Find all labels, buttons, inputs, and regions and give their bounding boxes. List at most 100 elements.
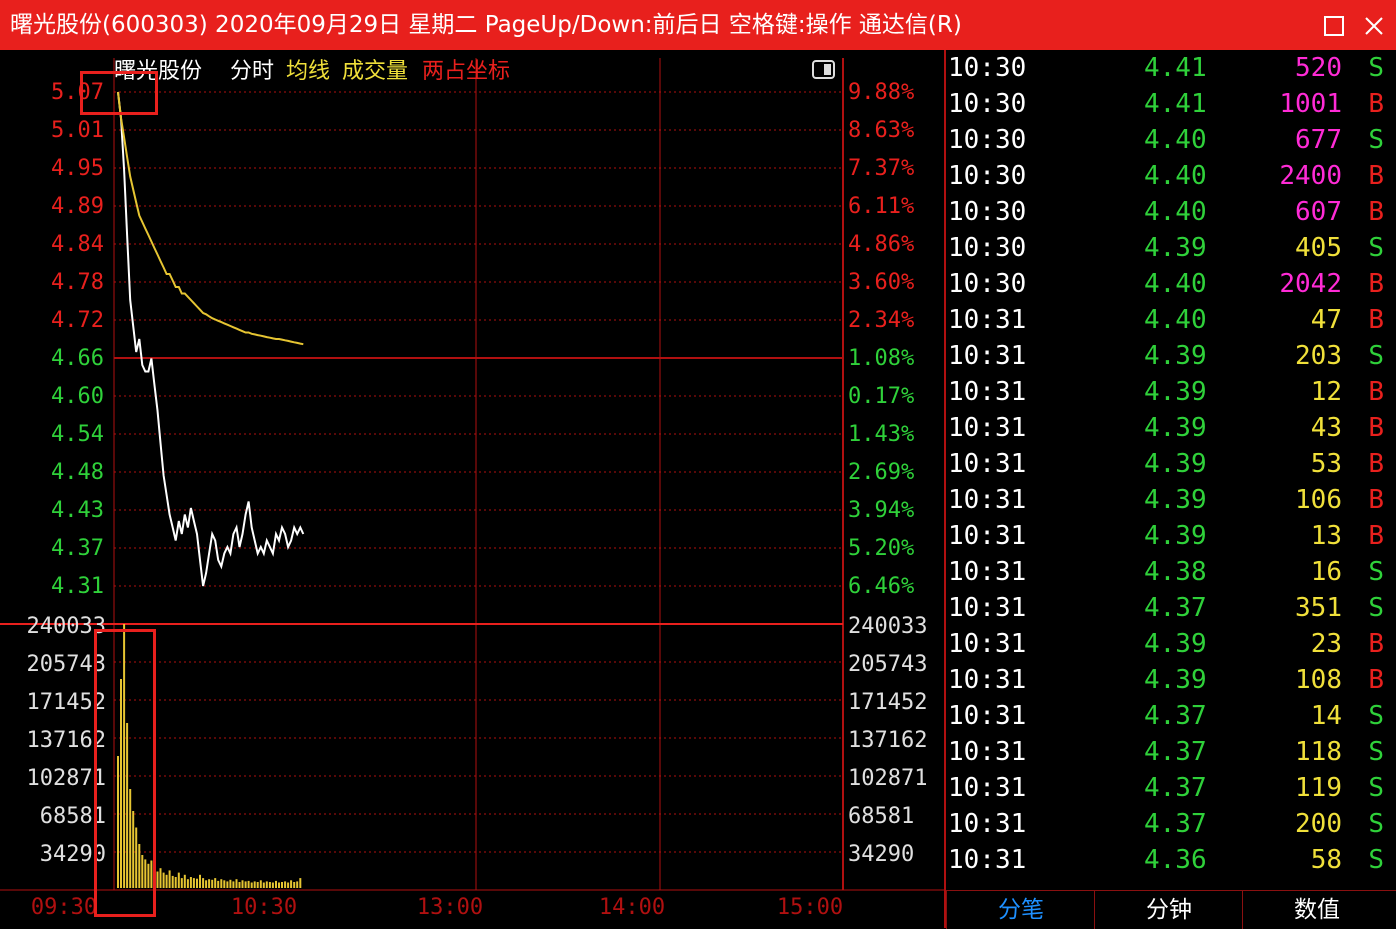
ticker-row[interactable]: 10:30 4.40 677 S [946,122,1396,158]
ticker-row[interactable]: 10:31 4.39 43 B [946,410,1396,446]
ticker-side: B [1368,629,1384,659]
volume-bar [278,882,280,888]
ticker-side: S [1368,773,1384,803]
volume-bar [202,878,205,888]
ticker-row[interactable]: 10:30 4.41 1001 B [946,86,1396,122]
panel-toggle-icon[interactable] [812,60,835,79]
ticker-price: 4.37 [1144,593,1207,623]
percent-axis: 9.88% 8.63% 7.37% 6.11% 4.86% 3.60% 2.34% 1.08%… [848,80,914,599]
ticker-row[interactable]: 10:31 4.37 14 S [946,698,1396,734]
volume-bar [232,881,235,888]
ticker-row[interactable]: 10:31 4.39 108 B [946,662,1396,698]
trade-ticker[interactable]: 10:30 4.41 520 S 10:30 4.41 1001 B 10:30 4.40 677 S… [946,50,1396,890]
ticker-volume: 203 [1295,341,1342,371]
volume-bar [226,881,229,888]
price-axis: 5.075.014.954.894.844.784.724.664.604.54… [51,80,104,599]
volume-bar [253,881,256,888]
ticker-time: 10:30 [948,233,1027,263]
ticker-row[interactable]: 10:30 4.39 405 S [946,230,1396,266]
ticker-row[interactable]: 10:31 4.36 58 S [946,842,1396,878]
maximize-icon [1324,15,1344,36]
ticker-side: B [1368,161,1384,191]
volume-bar [293,882,296,888]
avg-line-label[interactable]: 均线 [286,59,330,84]
price-tick-label: 4.78 [51,270,104,295]
ticker-row[interactable]: 10:31 4.39 23 B [946,626,1396,662]
ticker-price: 4.39 [1144,521,1207,551]
ticker-row[interactable]: 10:31 4.39 106 B [946,482,1396,518]
ticker-time: 10:31 [948,773,1027,803]
ticker-row[interactable]: 10:30 4.40 2400 B [946,158,1396,194]
ticker-volume: 53 [1310,449,1342,479]
tab-minutes[interactable]: 分钟 [1094,891,1243,929]
volume-bar [205,880,208,888]
ticker-volume: 58 [1310,845,1342,875]
volume-bar [171,875,174,888]
ticker-side: S [1368,125,1384,155]
ticker-row[interactable]: 10:31 4.37 118 S [946,734,1396,770]
ticker-volume: 351 [1295,593,1342,623]
volume-label[interactable]: 成交量 [342,59,408,84]
volume-bar [214,878,217,888]
ticker-side: S [1368,701,1384,731]
price-tick-label: 4.66 [51,346,104,371]
percent-tick-label: 1.08% [848,346,914,371]
ticker-time: 10:31 [948,485,1027,515]
ticker-row[interactable]: 10:31 4.37 351 S [946,590,1396,626]
volume-tick-label: 171452 [848,690,927,715]
ticker-row[interactable]: 10:31 4.37 200 S [946,806,1396,842]
percent-tick-label: 3.94% [848,498,914,523]
price-lines [117,91,305,587]
ticker-side: B [1368,413,1384,443]
ticker-volume: 677 [1295,125,1342,155]
ticker-time: 10:31 [948,377,1027,407]
ticker-row[interactable]: 10:31 4.39 203 S [946,338,1396,374]
ticker-price: 4.37 [1144,773,1207,803]
ticker-row[interactable]: 10:31 4.37 119 S [946,770,1396,806]
price-tick-label: 4.72 [51,308,104,333]
ticker-price: 4.41 [1144,53,1207,83]
ticker-volume: 16 [1310,557,1342,587]
ticker-row[interactable]: 10:30 4.40 2042 B [946,266,1396,302]
ticker-row[interactable]: 10:31 4.39 53 B [946,446,1396,482]
mode-label[interactable]: 分时 [230,59,274,84]
ticker-row[interactable]: 10:30 4.41 520 S [946,50,1396,86]
volume-bar [247,880,250,888]
maximize-button[interactable] [1314,0,1354,50]
close-button[interactable] [1354,0,1394,50]
ticker-volume: 106 [1295,485,1342,515]
volume-tick-label: 34290 [848,842,914,867]
ticker-volume: 520 [1295,53,1342,83]
ticker-volume: 14 [1310,701,1342,731]
tab-values[interactable]: 数值 [1242,891,1391,929]
ticker-time: 10:30 [948,161,1027,191]
ticker-row[interactable]: 10:31 4.39 12 B [946,374,1396,410]
ticker-row[interactable]: 10:31 4.39 13 B [946,518,1396,554]
volume-bar [290,880,293,888]
ticker-price: 4.41 [1144,89,1207,119]
volume-tick-label: 68581 [848,804,914,829]
ticker-price: 4.39 [1144,629,1207,659]
volume-bar [162,872,165,888]
ticker-side: S [1368,845,1384,875]
ticker-side: S [1368,53,1384,83]
ticker-volume: 2042 [1279,269,1342,299]
ticker-volume: 200 [1295,809,1342,839]
percent-tick-label: 4.86% [848,232,914,257]
ticker-price: 4.37 [1144,809,1207,839]
ticker-price: 4.39 [1144,485,1207,515]
tab-ticks[interactable]: 分笔 [946,891,1095,929]
dual-axis-label[interactable]: 两占坐标 [422,59,510,84]
ticker-side: B [1368,377,1384,407]
price-tick-label: 4.31 [51,574,104,599]
volume-bar [238,882,241,888]
annotation-box-open-volume [94,629,156,917]
ticker-row[interactable]: 10:30 4.40 607 B [946,194,1396,230]
ticker-row[interactable]: 10:31 4.40 47 B [946,302,1396,338]
ticker-time: 10:31 [948,809,1027,839]
percent-tick-label: 6.11% [848,194,914,219]
volume-bar [223,880,226,888]
ticker-row[interactable]: 10:31 4.38 16 S [946,554,1396,590]
volume-bar [299,878,302,888]
ticker-time: 10:30 [948,197,1027,227]
